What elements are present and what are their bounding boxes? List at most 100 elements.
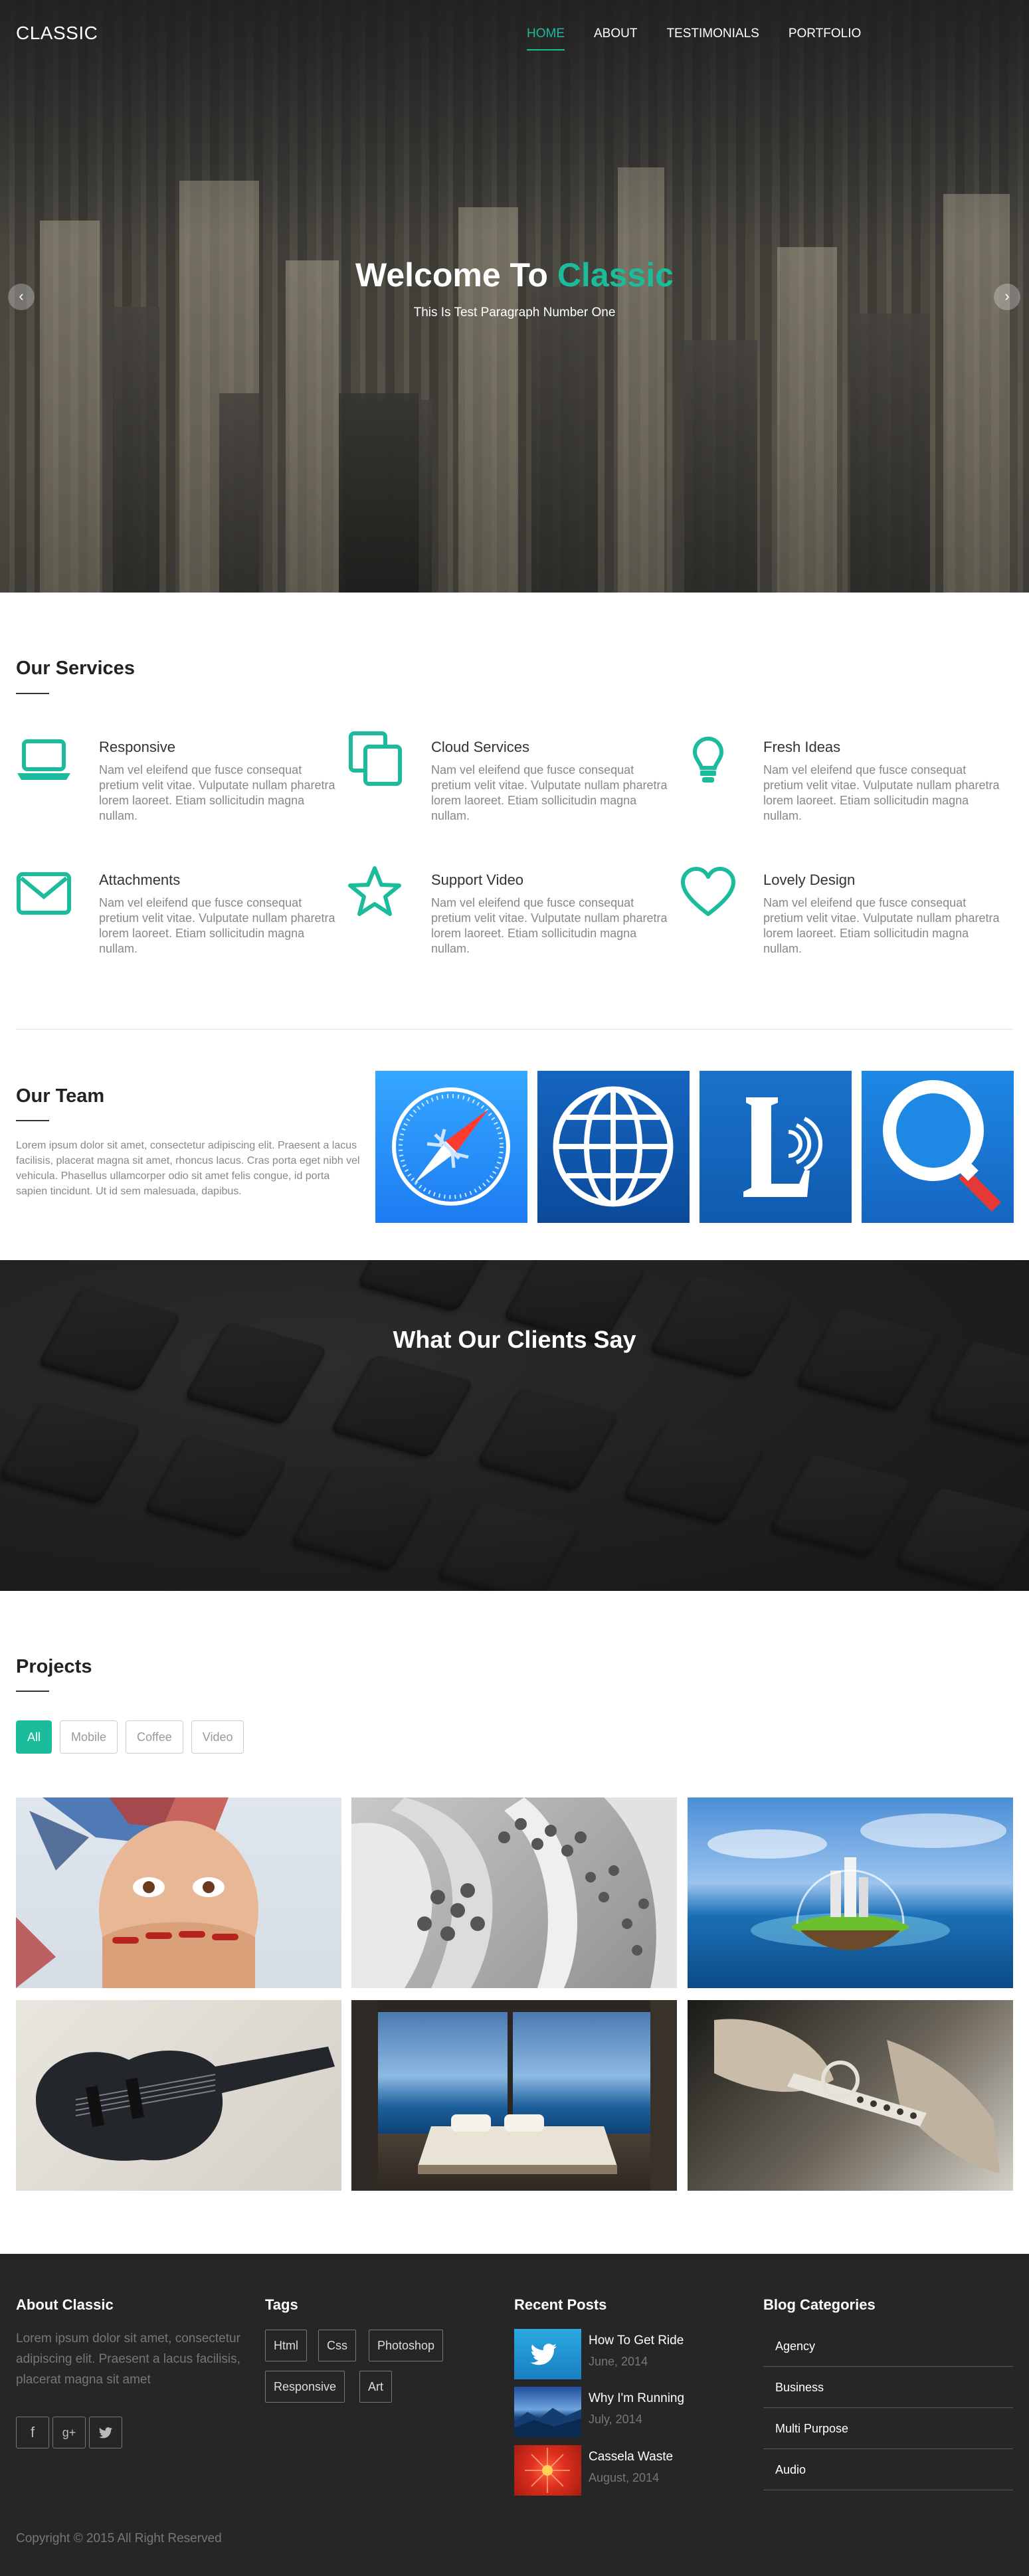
footer-posts-title: Recent Posts	[514, 2296, 607, 2313]
hero-title-accent: Classic	[557, 256, 674, 294]
project-item[interactable]	[16, 2000, 341, 2191]
service-title: Responsive	[99, 739, 175, 755]
service-text: Nam vel eleifend que fusce consequat pre…	[763, 896, 1000, 955]
footer: About Classic Lorem ipsum dolor sit amet…	[0, 2254, 1029, 2576]
category-label: Audio	[775, 2463, 806, 2476]
chevron-left-icon[interactable]: ‹	[8, 284, 35, 310]
tag-css[interactable]: Css	[318, 2330, 356, 2361]
post-date: July, 2014	[589, 2413, 642, 2426]
hero-subtitle: This Is Test Paragraph Number One	[413, 306, 616, 320]
service-title: Fresh Ideas	[763, 739, 841, 755]
twitter-bird-glyph	[98, 2427, 113, 2438]
service-item: Responsive Nam vel eleifend que fusce co…	[16, 736, 348, 842]
category-item[interactable]: Agency	[763, 2326, 1013, 2367]
post-title[interactable]: How To Get Ride	[589, 2334, 684, 2348]
tag-html[interactable]: Html	[265, 2330, 307, 2361]
copy-icon	[349, 731, 402, 786]
nav-about[interactable]: ABOUT	[594, 27, 637, 50]
post-thumb[interactable]	[514, 2445, 581, 2496]
google-plus-icon[interactable]: g+	[52, 2417, 86, 2448]
hands-tool-image	[714, 2019, 1000, 2173]
service-text: Nam vel eleifend que fusce consequat pre…	[99, 896, 335, 955]
post-title[interactable]: Cassela Waste	[589, 2450, 673, 2464]
heading-underline	[16, 693, 49, 694]
filter-coffee[interactable]: Coffee	[126, 1720, 183, 1754]
painted-face-image	[16, 1797, 258, 1988]
nav-testimonials[interactable]: TESTIMONIALS	[666, 27, 759, 50]
lightbulb-icon	[692, 737, 724, 782]
project-item[interactable]	[16, 1797, 341, 1988]
team-heading: Our Team	[16, 1085, 105, 1107]
filter-video[interactable]: Video	[191, 1720, 244, 1754]
red-flower-thumb	[525, 2448, 570, 2493]
bass-guitar-image	[36, 2047, 335, 2161]
main-nav: HOME ABOUT TESTIMONIALS PORTFOLIO	[527, 27, 861, 50]
safari-compass-icon	[392, 1087, 510, 1206]
star-icon	[348, 866, 401, 916]
brand-logo[interactable]: CLASSIC	[16, 23, 98, 44]
hero-slider: CLASSIC HOME ABOUT TESTIMONIALS PORTFOLI…	[0, 0, 1029, 593]
service-text: Nam vel eleifend que fusce consequat pre…	[99, 763, 335, 822]
team-tile[interactable]	[700, 1071, 852, 1223]
footer-categories-title: Blog Categories	[763, 2296, 876, 2313]
heading-underline	[16, 1120, 49, 1121]
bedroom-sea-view-image	[351, 2000, 677, 2191]
projects-heading: Projects	[16, 1656, 92, 1677]
lingvo-l-icon	[743, 1097, 823, 1197]
service-title: Attachments	[99, 872, 181, 888]
island-globe-image	[707, 1813, 1006, 1950]
heading-underline	[16, 1691, 49, 1692]
project-item[interactable]	[351, 1797, 677, 1988]
category-item[interactable]: Multi Purpose	[763, 2408, 1013, 2449]
service-item: Fresh Ideas Nam vel eleifend que fusce c…	[680, 733, 1012, 840]
post-date: June, 2014	[589, 2355, 648, 2368]
service-item: Support Video Nam vel eleifend que fusce…	[348, 865, 680, 971]
filter-mobile[interactable]: Mobile	[60, 1720, 118, 1754]
service-text: Nam vel eleifend que fusce consequat pre…	[763, 763, 1000, 822]
service-text: Nam vel eleifend que fusce consequat pre…	[431, 763, 668, 822]
blue-mountains-thumb	[514, 2408, 581, 2437]
post-thumb[interactable]	[514, 2329, 581, 2379]
filter-all[interactable]: All	[16, 1720, 52, 1754]
white-tubes-image	[351, 1797, 677, 1988]
footer-tags-title: Tags	[265, 2296, 298, 2313]
category-item[interactable]: Audio	[763, 2449, 1013, 2490]
copyright: Copyright © 2015 All Right Reserved	[16, 2531, 222, 2545]
heart-icon	[681, 867, 735, 916]
hero-title: Welcome To Classic	[0, 256, 1029, 294]
post-title[interactable]: Why I'm Running	[589, 2391, 684, 2406]
hero-title-prefix: Welcome To	[355, 256, 557, 294]
service-title: Support Video	[431, 872, 524, 888]
project-item[interactable]	[688, 1797, 1013, 1988]
chevron-right-icon[interactable]: ›	[994, 284, 1020, 310]
testimonials-heading: What Our Clients Say	[393, 1326, 636, 1353]
twitter-bird-thumb	[530, 2344, 557, 2365]
project-item[interactable]	[351, 2000, 677, 2191]
tag-photoshop[interactable]: Photoshop	[369, 2330, 444, 2361]
testimonials-section: What Our Clients Say	[0, 1260, 1029, 1591]
footer-about-text: Lorem ipsum dolor sit amet, consectetur …	[16, 2332, 240, 2387]
service-item: Lovely Design Nam vel eleifend que fusce…	[680, 866, 1012, 972]
testimonials-overlay	[0, 1260, 1029, 1591]
post-thumb[interactable]	[514, 2387, 581, 2437]
facebook-icon[interactable]: f	[16, 2417, 49, 2448]
project-item[interactable]	[688, 2000, 1013, 2191]
twitter-icon[interactable]	[89, 2417, 122, 2448]
tag-responsive[interactable]: Responsive	[265, 2371, 345, 2403]
tag-art[interactable]: Art	[359, 2371, 393, 2403]
envelope-icon	[17, 872, 71, 915]
magnifier-icon	[883, 1080, 1001, 1212]
project-filters: All Mobile Coffee Video	[16, 1720, 244, 1754]
category-label: Business	[775, 2381, 824, 2394]
services-heading: Our Services	[16, 658, 135, 679]
category-label: Multi Purpose	[775, 2422, 849, 2435]
hero-overlay	[0, 0, 1029, 593]
team-tile[interactable]	[375, 1071, 527, 1223]
nav-portfolio[interactable]: PORTFOLIO	[789, 27, 861, 50]
nav-home[interactable]: HOME	[527, 27, 565, 50]
team-tile[interactable]	[862, 1071, 1014, 1223]
category-item[interactable]: Business	[763, 2367, 1013, 2408]
team-tile[interactable]	[537, 1071, 690, 1223]
globe-icon	[553, 1086, 674, 1207]
service-title: Cloud Services	[431, 739, 529, 755]
